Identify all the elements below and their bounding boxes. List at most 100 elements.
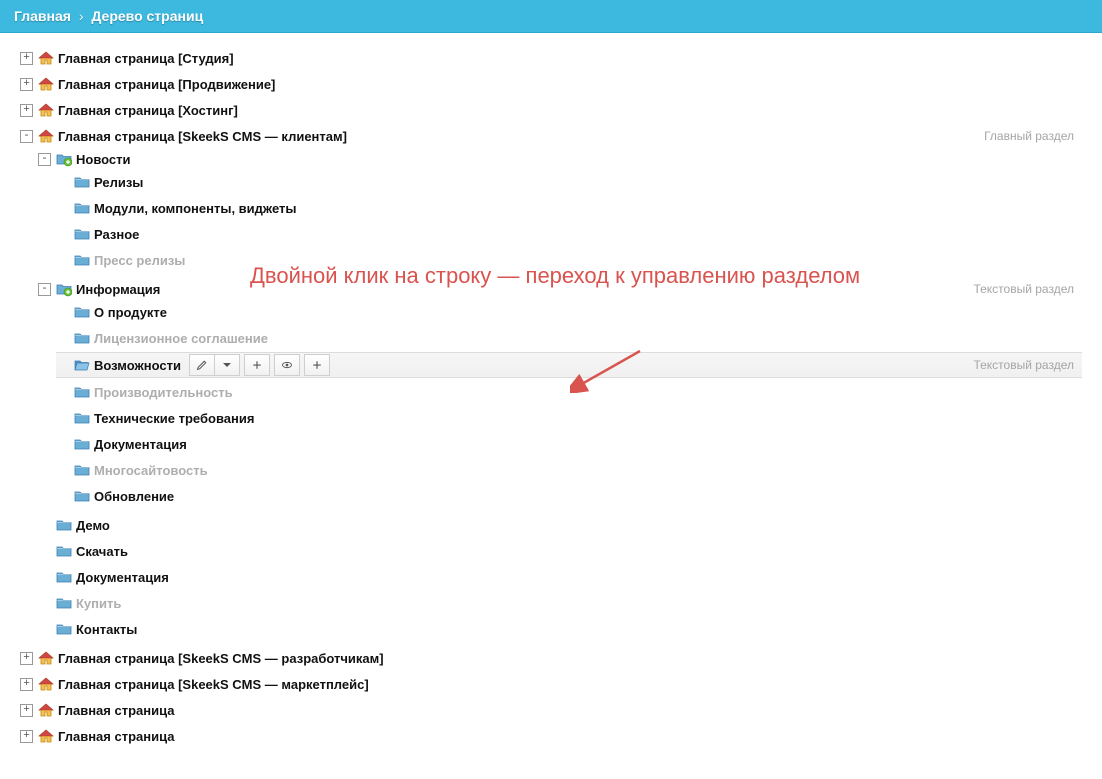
tree-label[interactable]: Документация — [94, 437, 187, 452]
tree-row[interactable]: + Главная страница — [20, 726, 1082, 746]
expand-toggle[interactable]: + — [20, 52, 33, 65]
tree-node: + Главная страница [Хостинг] — [20, 97, 1082, 123]
tree-row[interactable]: Документация — [56, 434, 1082, 454]
home-icon — [38, 702, 54, 718]
tree-node: Технические требования — [56, 405, 1082, 431]
view-button[interactable] — [274, 354, 300, 376]
home-icon — [38, 128, 54, 144]
folder-icon — [56, 517, 72, 533]
feed-icon — [56, 281, 72, 297]
tree-label[interactable]: Главная страница [SkeekS CMS — клиентам] — [58, 129, 347, 144]
tree-row[interactable]: О продукте — [56, 302, 1082, 322]
tree-node: Демо — [38, 512, 1082, 538]
tree-row[interactable]: Демо — [38, 515, 1082, 535]
tree-row[interactable]: Модули, компоненты, виджеты — [56, 198, 1082, 218]
collapse-toggle[interactable]: - — [20, 130, 33, 143]
tree-label[interactable]: Релизы — [94, 175, 143, 190]
tree-row[interactable]: + Главная страница — [20, 700, 1082, 720]
tree-label[interactable]: Контакты — [76, 622, 137, 637]
tree-node: Документация — [38, 564, 1082, 590]
breadcrumb-current[interactable]: Дерево страниц — [91, 8, 203, 24]
tree-row[interactable]: Документация — [38, 567, 1082, 587]
tree-label[interactable]: Разное — [94, 227, 139, 242]
tree-label[interactable]: Главная страница [Продвижение] — [58, 77, 275, 92]
tree-node: Обновление — [56, 483, 1082, 509]
edit-dropdown-button[interactable] — [214, 354, 240, 376]
expand-toggle[interactable]: + — [20, 704, 33, 717]
caret-down-icon — [223, 363, 231, 367]
tree-row[interactable]: - Главная страница [SkeekS CMS — клиента… — [20, 126, 1082, 146]
tree-node: Релизы — [56, 169, 1082, 195]
tree-label[interactable]: Лицензионное соглашение — [94, 331, 268, 346]
folder-icon — [74, 410, 90, 426]
tree-row[interactable]: + Главная страница [SkeekS CMS — разрабо… — [20, 648, 1082, 668]
tree-row[interactable]: Производительность — [56, 382, 1082, 402]
folder-icon — [56, 621, 72, 637]
expand-toggle[interactable]: + — [20, 652, 33, 665]
tree-label[interactable]: Главная страница [Хостинг] — [58, 103, 238, 118]
tree-label[interactable]: Многосайтовость — [94, 463, 208, 478]
tree-label[interactable]: Новости — [76, 152, 131, 167]
tree-node: - Главная страница [SkeekS CMS — клиента… — [20, 123, 1082, 645]
folder-icon — [74, 200, 90, 216]
folder-icon — [74, 226, 90, 242]
tree-node: Разное — [56, 221, 1082, 247]
tree-row[interactable]: + Главная страница [Продвижение] — [20, 74, 1082, 94]
tree-label[interactable]: Главная страница — [58, 703, 174, 718]
folder-open-icon — [74, 357, 90, 373]
tree-row[interactable]: Технические требования — [56, 408, 1082, 428]
tree-row[interactable]: Контакты — [38, 619, 1082, 639]
tree-label[interactable]: Демо — [76, 518, 110, 533]
tree-label[interactable]: О продукте — [94, 305, 167, 320]
tree-label[interactable]: Пресс релизы — [94, 253, 185, 268]
tree-label[interactable]: Модули, компоненты, виджеты — [94, 201, 297, 216]
tree-label[interactable]: Купить — [76, 596, 121, 611]
tree-row[interactable]: + Главная страница [Хостинг] — [20, 100, 1082, 120]
expand-toggle[interactable]: + — [20, 730, 33, 743]
tree-label[interactable]: Главная страница [SkeekS CMS — маркетпле… — [58, 677, 369, 692]
tree-row[interactable]: Лицензионное соглашение — [56, 328, 1082, 348]
tree-row[interactable]: + Главная страница [Студия] — [20, 48, 1082, 68]
tree-row[interactable]: Купить — [38, 593, 1082, 613]
tree-node: Модули, компоненты, виджеты — [56, 195, 1082, 221]
tree-row[interactable]: - Информация Текстовый раздел — [38, 279, 1082, 299]
tree-label[interactable]: Возможности — [94, 358, 181, 373]
folder-icon — [74, 252, 90, 268]
tree-row[interactable]: Разное — [56, 224, 1082, 244]
tree-label[interactable]: Информация — [76, 282, 160, 297]
home-icon — [38, 102, 54, 118]
breadcrumb-home[interactable]: Главная — [14, 8, 71, 24]
tree-row[interactable]: - Новости — [38, 149, 1082, 169]
expand-toggle[interactable]: + — [20, 104, 33, 117]
tree-label[interactable]: Главная страница [Студия] — [58, 51, 234, 66]
tree-row[interactable]: Релизы — [56, 172, 1082, 192]
tree-row[interactable]: Обновление — [56, 486, 1082, 506]
tree-label[interactable]: Главная страница [SkeekS CMS — разработч… — [58, 651, 384, 666]
tree-node: - Информация Текстовый раздел О продукте… — [38, 276, 1082, 512]
tree-label[interactable]: Главная страница — [58, 729, 174, 744]
tree-row[interactable]: Скачать — [38, 541, 1082, 561]
plus-icon — [311, 359, 323, 371]
tree-label[interactable]: Документация — [76, 570, 169, 585]
row-type-label: Главный раздел — [984, 129, 1082, 143]
folder-icon — [56, 543, 72, 559]
tree-row[interactable]: Пресс релизы — [56, 250, 1082, 270]
tree-label[interactable]: Производительность — [94, 385, 233, 400]
collapse-toggle[interactable]: - — [38, 153, 51, 166]
tree-label[interactable]: Обновление — [94, 489, 174, 504]
add-child-button[interactable] — [304, 354, 330, 376]
eye-icon — [280, 359, 294, 371]
add-button[interactable] — [244, 354, 270, 376]
tree-row[interactable]: Многосайтовость — [56, 460, 1082, 480]
tree-row[interactable]: Возможности Текстовый раздел — [56, 352, 1082, 378]
tree-label[interactable]: Технические требования — [94, 411, 254, 426]
expand-toggle[interactable]: + — [20, 78, 33, 91]
edit-button[interactable] — [189, 354, 215, 376]
tree-node: + Главная страница — [20, 697, 1082, 723]
home-icon — [38, 76, 54, 92]
collapse-toggle[interactable]: - — [38, 283, 51, 296]
tree-node: + Главная страница — [20, 723, 1082, 749]
expand-toggle[interactable]: + — [20, 678, 33, 691]
tree-label[interactable]: Скачать — [76, 544, 128, 559]
tree-row[interactable]: + Главная страница [SkeekS CMS — маркетп… — [20, 674, 1082, 694]
